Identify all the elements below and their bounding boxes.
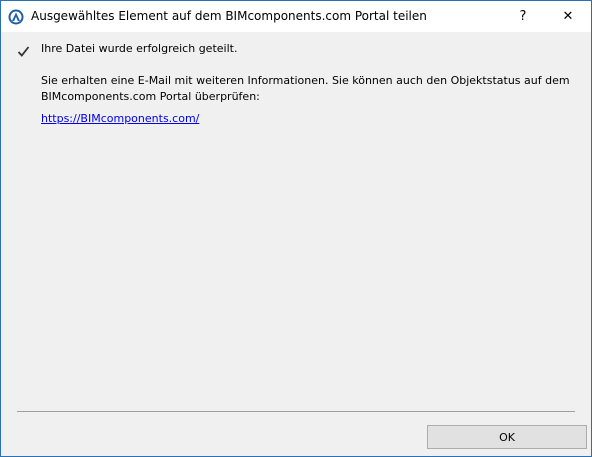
success-message: Ihre Datei wurde erfolgreich geteilt.: [41, 42, 238, 55]
ok-button[interactable]: OK: [427, 425, 587, 449]
dialog-title: Ausgewähltes Element auf dem BIMcomponen…: [31, 9, 427, 23]
help-button[interactable]: ?: [500, 1, 546, 32]
share-dialog-window: Ausgewähltes Element auf dem BIMcomponen…: [0, 0, 592, 457]
archicad-icon: [8, 9, 24, 25]
dialog-content: Ihre Datei wurde erfolgreich geteilt. Si…: [1, 32, 591, 456]
divider: [17, 411, 575, 412]
portal-link[interactable]: https://BIMcomponents.com/: [41, 112, 199, 125]
title-bar[interactable]: Ausgewähltes Element auf dem BIMcomponen…: [1, 1, 591, 32]
checkmark-icon: [17, 43, 30, 57]
close-button[interactable]: ✕: [545, 1, 591, 32]
info-message: Sie erhalten eine E-Mail mit weiteren In…: [41, 74, 570, 103]
